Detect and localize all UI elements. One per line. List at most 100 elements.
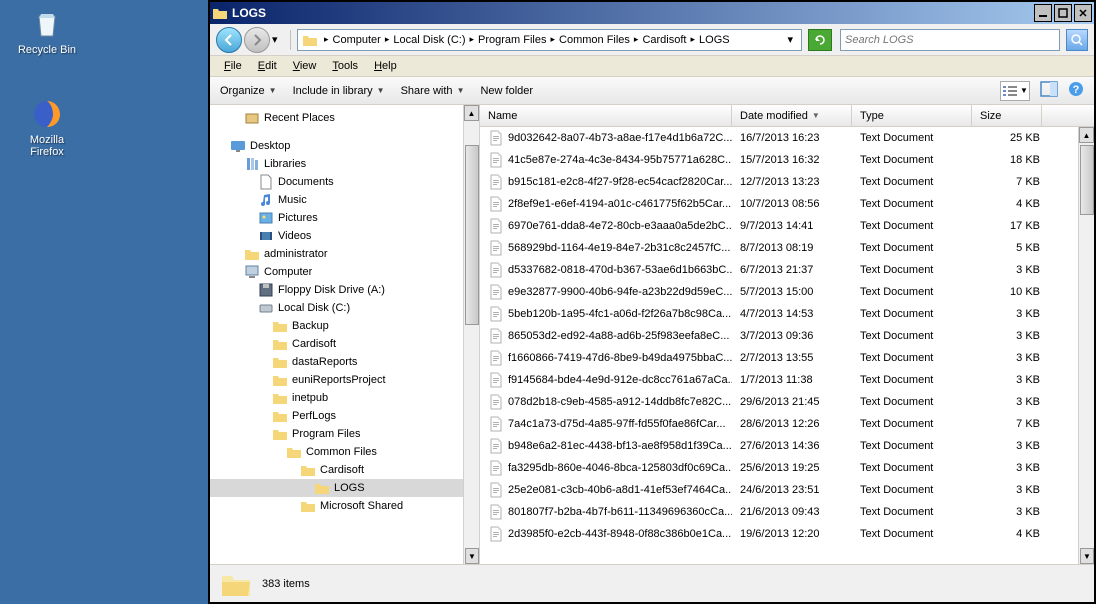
minimize-button[interactable] — [1034, 4, 1052, 22]
file-row[interactable]: 865053d2-ed92-4a88-ad6b-25f983eefa8eC...… — [480, 325, 1094, 347]
tree-desktop[interactable]: Desktop — [210, 137, 479, 155]
column-size[interactable]: Size — [972, 105, 1042, 126]
tree-euni[interactable]: euniReportsProject — [210, 371, 479, 389]
file-row[interactable]: b915c181-e2c8-4f27-9f28-ec54cacf2820Car.… — [480, 171, 1094, 193]
file-row[interactable]: 7a4c1a73-d75d-4a85-97ff-fd55f0fae86fCar.… — [480, 413, 1094, 435]
tree-documents[interactable]: Documents — [210, 173, 479, 191]
file-row[interactable]: 2f8ef9e1-e6ef-4194-a01c-c461775f62b5Car.… — [480, 193, 1094, 215]
nav-forward-button[interactable] — [244, 27, 270, 53]
breadcrumb-cardisoft[interactable]: Cardisoft — [640, 34, 688, 46]
tree-inetpub[interactable]: inetpub — [210, 389, 479, 407]
preview-pane-button[interactable] — [1040, 81, 1058, 100]
tree-localdisk[interactable]: Local Disk (C:) — [210, 299, 479, 317]
chevron-right-icon[interactable]: ▸ — [383, 34, 392, 45]
tree-libraries[interactable]: Libraries — [210, 155, 479, 173]
file-row[interactable]: 568929bd-1164-4e19-84e7-2b31c8c2457fC...… — [480, 237, 1094, 259]
search-input[interactable] — [845, 34, 1055, 46]
search-box[interactable] — [840, 29, 1060, 51]
breadcrumb-progfiles[interactable]: Program Files — [476, 34, 548, 46]
chevron-right-icon[interactable]: ▸ — [688, 34, 697, 45]
column-name[interactable]: Name — [480, 105, 732, 126]
breadcrumb-localdisk[interactable]: Local Disk (C:) — [391, 34, 467, 46]
column-date[interactable]: Date modified▼ — [732, 105, 852, 126]
file-row[interactable]: 5beb120b-1a95-4fc1-a06d-f2f26a7b8c98Ca..… — [480, 303, 1094, 325]
tree-perflogs[interactable]: PerfLogs — [210, 407, 479, 425]
tree-scrollbar[interactable]: ▲ ▼ — [463, 105, 479, 564]
file-list[interactable]: 9d032642-8a07-4b73-a8ae-f17e4d1b6a72C...… — [480, 127, 1094, 564]
help-button[interactable]: ? — [1068, 81, 1084, 100]
tree-progfiles[interactable]: Program Files — [210, 425, 479, 443]
view-options-button[interactable]: ▼ — [1000, 81, 1030, 101]
maximize-button[interactable] — [1054, 4, 1072, 22]
tree-music[interactable]: Music — [210, 191, 479, 209]
text-file-icon — [488, 306, 504, 322]
folder-icon — [272, 336, 288, 352]
chevron-right-icon[interactable]: ▸ — [467, 34, 476, 45]
file-row[interactable]: 9d032642-8a07-4b73-a8ae-f17e4d1b6a72C...… — [480, 127, 1094, 149]
column-type[interactable]: Type — [852, 105, 972, 126]
file-row[interactable]: 2d3985f0-e2cb-443f-8948-0f88c386b0e1Ca..… — [480, 523, 1094, 545]
tree-recent-places[interactable]: Recent Places — [210, 109, 479, 127]
file-row[interactable]: 25e2e081-c3cb-40b6-a8d1-41ef53ef7464Ca..… — [480, 479, 1094, 501]
file-row[interactable]: 801807f7-b2ba-4b7f-b611-11349696360cCa..… — [480, 501, 1094, 523]
file-row[interactable]: b948e6a2-81ec-4438-bf13-ae8f958d1f39Ca..… — [480, 435, 1094, 457]
tree-administrator[interactable]: administrator — [210, 245, 479, 263]
file-row[interactable]: 6970e761-dda8-4e72-80cb-e3aaa0a5de2bC...… — [480, 215, 1094, 237]
recycle-bin[interactable]: Recycle Bin — [12, 8, 82, 56]
nav-history-dropdown[interactable]: ▾ — [272, 33, 284, 46]
nav-back-button[interactable] — [216, 27, 242, 53]
tree-cardisoft2[interactable]: Cardisoft — [210, 461, 479, 479]
menu-help[interactable]: Help — [366, 58, 405, 74]
breadcrumb-dropdown[interactable]: ▾ — [783, 33, 797, 46]
search-button[interactable] — [1066, 29, 1088, 51]
tree-backup[interactable]: Backup — [210, 317, 479, 335]
file-name: f1660866-7419-47d6-8be9-b49da4975bbaC... — [508, 352, 732, 364]
tree-computer[interactable]: Computer — [210, 263, 479, 281]
breadcrumb-computer[interactable]: Computer — [331, 34, 383, 46]
folder-tree[interactable]: Recent Places Desktop Libraries Document… — [210, 105, 479, 564]
tree-cardisoft[interactable]: Cardisoft — [210, 335, 479, 353]
file-row[interactable]: fa3295db-860e-4046-8bca-125803df0c69Ca..… — [480, 457, 1094, 479]
tree-dasta[interactable]: dastaReports — [210, 353, 479, 371]
tree-videos[interactable]: Videos — [210, 227, 479, 245]
file-row[interactable]: f1660866-7419-47d6-8be9-b49da4975bbaC...… — [480, 347, 1094, 369]
scroll-thumb[interactable] — [1080, 145, 1094, 215]
menu-view[interactable]: View — [285, 58, 325, 74]
new-folder-button[interactable]: New folder — [480, 85, 533, 97]
scroll-down-arrow[interactable]: ▼ — [465, 548, 479, 564]
scroll-down-arrow[interactable]: ▼ — [1080, 548, 1094, 564]
list-scrollbar[interactable]: ▲ ▼ — [1078, 127, 1094, 564]
breadcrumb-common[interactable]: Common Files — [557, 34, 632, 46]
refresh-button[interactable] — [808, 29, 832, 51]
chevron-right-icon[interactable]: ▸ — [632, 34, 641, 45]
include-library-button[interactable]: Include in library ▼ — [293, 85, 385, 97]
organize-button[interactable]: Organize ▼ — [220, 85, 277, 97]
menu-tools[interactable]: Tools — [324, 58, 366, 74]
file-row[interactable]: 078d2b18-c9eb-4585-a912-14ddb8fc7e82C...… — [480, 391, 1094, 413]
tree-floppy[interactable]: Floppy Disk Drive (A:) — [210, 281, 479, 299]
close-button[interactable] — [1074, 4, 1092, 22]
titlebar[interactable]: LOGS — [210, 2, 1094, 24]
tree-msshared[interactable]: Microsoft Shared — [210, 497, 479, 515]
tree-common[interactable]: Common Files — [210, 443, 479, 461]
menu-file[interactable]: File — [216, 58, 250, 74]
file-row[interactable]: e9e32877-9900-40b6-94fe-a23b22d9d59eC...… — [480, 281, 1094, 303]
folder-icon — [300, 462, 316, 478]
file-row[interactable]: d5337682-0818-470d-b367-53ae6d1b663bC...… — [480, 259, 1094, 281]
share-with-button[interactable]: Share with ▼ — [401, 85, 465, 97]
tree-logs[interactable]: LOGS — [210, 479, 479, 497]
file-date: 5/7/2013 15:00 — [732, 286, 852, 298]
chevron-down-icon: ▼ — [269, 86, 277, 95]
firefox-shortcut[interactable]: Mozilla Firefox — [12, 98, 82, 158]
scroll-up-arrow[interactable]: ▲ — [464, 105, 479, 121]
chevron-right-icon[interactable]: ▸ — [322, 34, 331, 45]
file-row[interactable]: 41c5e87e-274a-4c3e-8434-95b75771a628C...… — [480, 149, 1094, 171]
file-row[interactable]: f9145684-bde4-4e9d-912e-dc8cc761a67aCa..… — [480, 369, 1094, 391]
menu-edit[interactable]: Edit — [250, 58, 285, 74]
chevron-right-icon[interactable]: ▸ — [548, 34, 557, 45]
tree-pictures[interactable]: Pictures — [210, 209, 479, 227]
scroll-thumb[interactable] — [465, 145, 479, 325]
breadcrumb[interactable]: ▸ Computer ▸ Local Disk (C:) ▸ Program F… — [297, 29, 802, 51]
breadcrumb-logs[interactable]: LOGS — [697, 34, 732, 46]
scroll-up-arrow[interactable]: ▲ — [1079, 127, 1094, 143]
